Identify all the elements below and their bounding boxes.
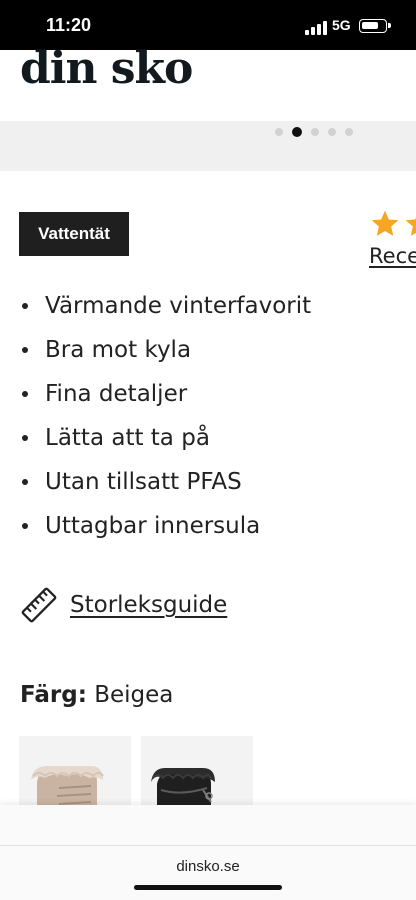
- gallery-dot[interactable]: [311, 128, 319, 136]
- feature-item: Fina detaljer: [22, 372, 311, 416]
- color-option-black[interactable]: [141, 736, 253, 816]
- ruler-icon: [21, 587, 57, 623]
- site-logo[interactable]: din sko: [20, 44, 193, 94]
- size-guide-label[interactable]: Storleksguide: [70, 592, 227, 618]
- color-value: Beigea: [94, 682, 174, 708]
- gallery-dot-active[interactable]: [292, 127, 302, 137]
- beige-boot-image: [31, 766, 104, 816]
- feature-item: Uttagbar innersula: [22, 504, 311, 548]
- battery-icon: [359, 19, 391, 33]
- star-icon: [405, 217, 416, 236]
- signal-icon: [305, 21, 327, 35]
- waterproof-badge: Vattentät: [19, 212, 129, 256]
- home-indicator[interactable]: [134, 885, 282, 890]
- star-icon: [371, 210, 399, 236]
- feature-item: Värmande vinterfavorit: [22, 284, 311, 328]
- color-selector-label: Färg: Beigea: [20, 682, 173, 708]
- color-label: Färg:: [20, 682, 87, 708]
- network-type: 5G: [332, 17, 351, 33]
- status-time: 11:20: [46, 15, 92, 35]
- browser-toolbar: dinsko.se: [0, 805, 416, 900]
- address-bar[interactable]: dinsko.se: [0, 858, 416, 875]
- feature-item: Lätta att ta på: [22, 416, 311, 460]
- gallery-dot[interactable]: [275, 128, 283, 136]
- reviews-link[interactable]: Rece: [369, 244, 416, 268]
- gallery-dot[interactable]: [345, 128, 353, 136]
- toolbar-divider: [0, 845, 416, 846]
- rating-stars[interactable]: [369, 208, 416, 240]
- black-boot-image: [151, 768, 215, 816]
- feature-item: Utan tillsatt PFAS: [22, 460, 311, 504]
- feature-list: Värmande vinterfavorit Bra mot kyla Fina…: [22, 284, 311, 548]
- gallery-dot[interactable]: [328, 128, 336, 136]
- size-guide-link[interactable]: Storleksguide: [20, 586, 227, 624]
- gallery-pagination: [275, 127, 353, 137]
- feature-item: Bra mot kyla: [22, 328, 311, 372]
- product-image-gallery[interactable]: [0, 121, 416, 171]
- color-option-beige[interactable]: [19, 736, 131, 816]
